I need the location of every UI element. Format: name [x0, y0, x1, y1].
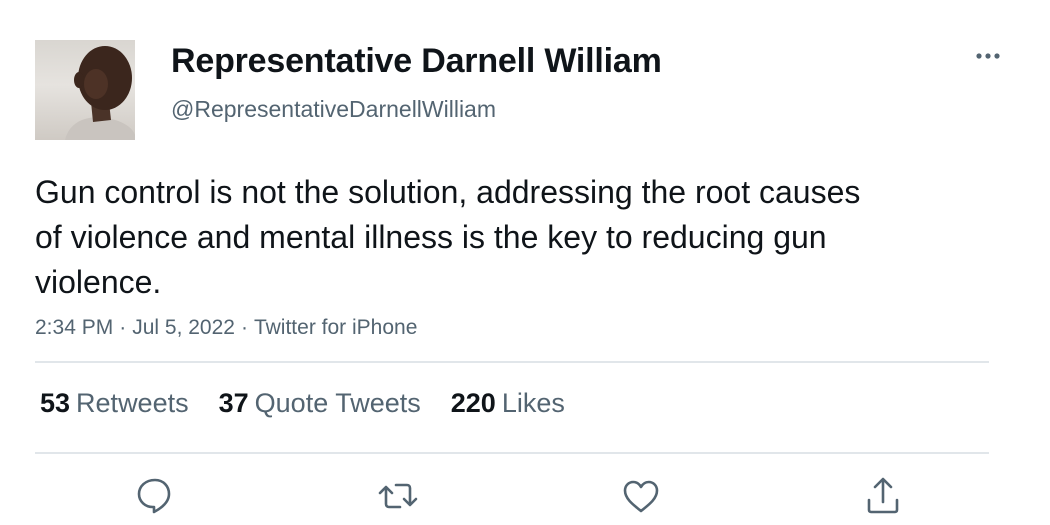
like-button[interactable] [619, 474, 663, 518]
divider [35, 361, 989, 363]
tweet-date[interactable]: Jul 5, 2022 [132, 316, 235, 339]
retweets-stat[interactable]: 53 Retweets [40, 388, 189, 419]
meta-separator: · [119, 316, 127, 339]
share-icon [867, 477, 899, 514]
likes-count: 220 [450, 388, 496, 418]
quote-tweets-count: 37 [218, 388, 249, 418]
like-icon [623, 480, 659, 513]
tweet-source[interactable]: Twitter for iPhone [254, 316, 417, 339]
avatar[interactable] [35, 40, 135, 140]
engagement-stats: 53 Retweets 37 Quote Tweets 220 Likes [40, 388, 565, 419]
display-name[interactable]: Representative Darnell William [171, 42, 662, 81]
reply-button[interactable] [133, 474, 177, 518]
more-options-button[interactable] [970, 44, 1006, 68]
more-icon [976, 53, 1000, 59]
divider [35, 452, 989, 454]
tweet-meta: 2:34 PM · Jul 5, 2022 · Twitter for iPhone [35, 316, 417, 340]
retweets-count: 53 [40, 388, 71, 418]
likes-stat[interactable]: 220 Likes [451, 388, 565, 419]
retweet-button[interactable] [376, 474, 420, 518]
likes-label: Likes [501, 388, 565, 418]
tweet-time[interactable]: 2:34 PM [35, 316, 113, 339]
retweet-icon [378, 483, 418, 509]
quote-tweets-stat[interactable]: 37 Quote Tweets [219, 388, 421, 419]
tweet-text: Gun control is not the solution, address… [35, 174, 861, 300]
profile-photo-icon [65, 46, 135, 140]
meta-separator: · [240, 316, 248, 339]
reply-icon [137, 478, 171, 514]
share-button[interactable] [861, 474, 905, 518]
user-handle[interactable]: @RepresentativeDarnellWilliam [171, 96, 496, 123]
quote-tweets-label: Quote Tweets [254, 388, 421, 418]
retweets-label: Retweets [76, 388, 189, 418]
tweet-detail: Representative Darnell William @Represen… [0, 0, 1050, 525]
